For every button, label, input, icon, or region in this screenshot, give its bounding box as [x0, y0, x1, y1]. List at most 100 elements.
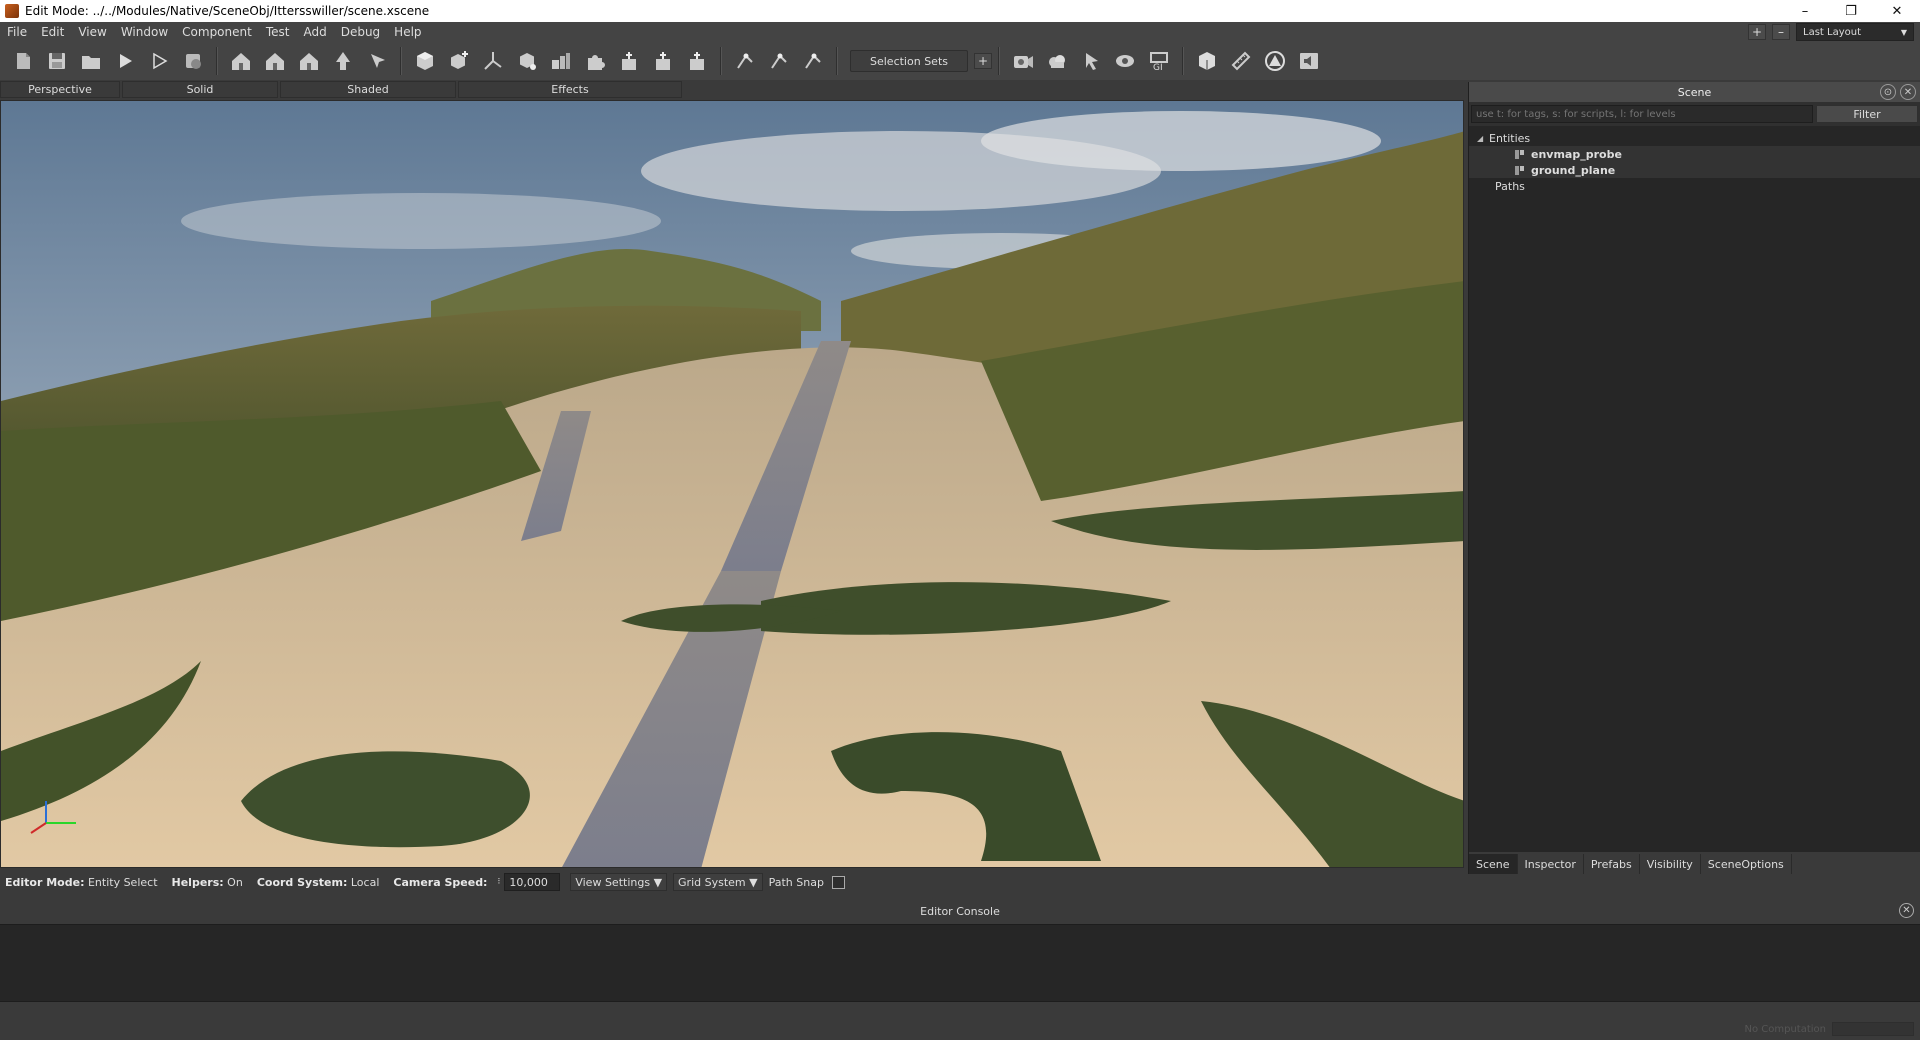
- helpers-label: Helpers:: [171, 875, 224, 889]
- tree-node-entities[interactable]: ◢ Entities: [1469, 130, 1920, 146]
- eye-icon[interactable]: [1111, 47, 1139, 75]
- menu-edit[interactable]: Edit: [34, 22, 71, 42]
- cubes-icon[interactable]: [547, 47, 575, 75]
- viewport-tabs: Perspective Solid Shaded Effects: [0, 81, 684, 99]
- coord-system-value[interactable]: Local: [351, 876, 380, 889]
- warning-icon[interactable]: [1261, 47, 1289, 75]
- tab-visibility[interactable]: Visibility: [1640, 854, 1701, 874]
- 3d-viewport[interactable]: [0, 100, 1464, 868]
- toolbar-separator: [998, 47, 1000, 75]
- snap-icon[interactable]: [765, 47, 793, 75]
- layout-dropdown[interactable]: Last Layout ▼: [1796, 23, 1914, 41]
- tab-prefabs[interactable]: Prefabs: [1584, 854, 1640, 874]
- minimize-button[interactable]: –: [1782, 0, 1828, 22]
- helpers-value[interactable]: On: [227, 876, 243, 889]
- gizmo-icon[interactable]: [615, 47, 643, 75]
- filter-button[interactable]: Filter: [1816, 105, 1918, 123]
- pick-icon[interactable]: [363, 47, 391, 75]
- cube-node-icon[interactable]: [513, 47, 541, 75]
- snap-icon[interactable]: [799, 47, 827, 75]
- remove-layout-button[interactable]: –: [1772, 24, 1790, 40]
- menu-test[interactable]: Test: [259, 22, 297, 42]
- toolbar-separator: [216, 47, 218, 75]
- close-button[interactable]: ✕: [1874, 0, 1920, 22]
- puzzle-icon[interactable]: [581, 47, 609, 75]
- snap-icon[interactable]: [731, 47, 759, 75]
- house-icon[interactable]: [261, 47, 289, 75]
- grid-system-dropdown[interactable]: Grid System ▼: [673, 873, 763, 891]
- settings-icon[interactable]: ⊙: [1880, 84, 1896, 100]
- cloud-icon[interactable]: [1043, 47, 1071, 75]
- pointer-icon[interactable]: [1077, 47, 1105, 75]
- scene-filter-input[interactable]: [1471, 105, 1813, 123]
- close-icon[interactable]: ✕: [1899, 903, 1914, 918]
- scene-tree: ◢ Entities envmap_probe ground_plane Pat…: [1469, 126, 1920, 194]
- gizmo-icon[interactable]: [683, 47, 711, 75]
- viewport-tab-effects[interactable]: Effects: [458, 81, 682, 98]
- build-icon[interactable]: [179, 47, 207, 75]
- menu-file[interactable]: File: [0, 22, 34, 42]
- render-icon[interactable]: [1193, 47, 1221, 75]
- entity-icon: [1513, 148, 1525, 160]
- selection-sets-button[interactable]: Selection Sets: [850, 50, 968, 72]
- toolbar-separator: [836, 47, 838, 75]
- cube-plus-icon[interactable]: [445, 47, 473, 75]
- cube-icon[interactable]: [411, 47, 439, 75]
- viewport-tab-solid[interactable]: Solid: [122, 81, 278, 98]
- house-icon[interactable]: [227, 47, 255, 75]
- menu-view[interactable]: View: [71, 22, 113, 42]
- toolbar-separator: [400, 47, 402, 75]
- save-icon[interactable]: [43, 47, 71, 75]
- editor-console-output[interactable]: [0, 924, 1920, 1002]
- menu-help[interactable]: Help: [387, 22, 428, 42]
- app-icon: [5, 4, 19, 18]
- house-icon[interactable]: [295, 47, 323, 75]
- entity-icon: [1513, 164, 1525, 176]
- path-snap-label: Path Snap: [768, 875, 824, 889]
- tree-node-paths[interactable]: Paths: [1469, 178, 1920, 194]
- measure-icon[interactable]: [1227, 47, 1255, 75]
- tab-scene[interactable]: Scene: [1469, 854, 1518, 874]
- spinner-icon[interactable]: ⁝: [497, 877, 500, 887]
- viewport-tab-perspective[interactable]: Perspective: [0, 81, 120, 98]
- menu-window[interactable]: Window: [114, 22, 175, 42]
- camera-settings-icon[interactable]: [1009, 47, 1037, 75]
- coord-system-label: Coord System:: [256, 875, 348, 889]
- tree-item-ground-plane[interactable]: ground_plane: [1469, 162, 1920, 178]
- tree-item-label: envmap_probe: [1531, 147, 1622, 161]
- add-layout-button[interactable]: +: [1748, 24, 1766, 40]
- path-snap-checkbox[interactable]: [831, 875, 845, 889]
- gi-icon[interactable]: GI: [1145, 47, 1173, 75]
- menu-add[interactable]: Add: [296, 22, 333, 42]
- sound-icon[interactable]: [1295, 47, 1323, 75]
- new-scene-icon[interactable]: [9, 47, 37, 75]
- gizmo-icon[interactable]: [649, 47, 677, 75]
- editor-mode-value: Entity Select: [87, 875, 158, 889]
- scene-panel-tabs: Scene Inspector Prefabs Visibility SceneOpti…: [1469, 852, 1920, 874]
- menu-component[interactable]: Component: [175, 22, 259, 42]
- add-selection-set-button[interactable]: +: [974, 53, 992, 69]
- bottom-status-bar: No Computation: [0, 1002, 1920, 1040]
- tab-sceneoptions[interactable]: SceneOptions: [1701, 854, 1792, 874]
- main-toolbar: Selection Sets + GI: [0, 42, 1920, 80]
- view-settings-dropdown[interactable]: View Settings ▼: [570, 873, 668, 891]
- play-outline-icon[interactable]: [145, 47, 173, 75]
- expand-arrow-icon[interactable]: ◢: [1477, 134, 1487, 143]
- window-title: Edit Mode: ../../Modules/Native/SceneObj…: [25, 4, 430, 18]
- camera-speed-input[interactable]: 10,000: [504, 873, 561, 891]
- scene-panel-header: Scene ⊙ ✕: [1469, 82, 1920, 102]
- play-icon[interactable]: [111, 47, 139, 75]
- tree-item-envmap-probe[interactable]: envmap_probe: [1469, 146, 1920, 162]
- restore-button[interactable]: ❐: [1828, 0, 1874, 22]
- viewport-tab-shaded[interactable]: Shaded: [280, 81, 456, 98]
- menu-bar: File Edit View Window Component Test Add…: [0, 22, 1920, 42]
- computation-progress: [1832, 1022, 1914, 1036]
- close-icon[interactable]: ✕: [1900, 84, 1916, 100]
- menu-debug[interactable]: Debug: [334, 22, 387, 42]
- open-folder-icon[interactable]: [77, 47, 105, 75]
- editor-console-title: Editor Console: [920, 904, 1000, 918]
- camera-speed-label: Camera Speed:: [393, 875, 488, 889]
- axes-icon[interactable]: [479, 47, 507, 75]
- tab-inspector[interactable]: Inspector: [1518, 854, 1584, 874]
- arrow-up-icon[interactable]: [329, 47, 357, 75]
